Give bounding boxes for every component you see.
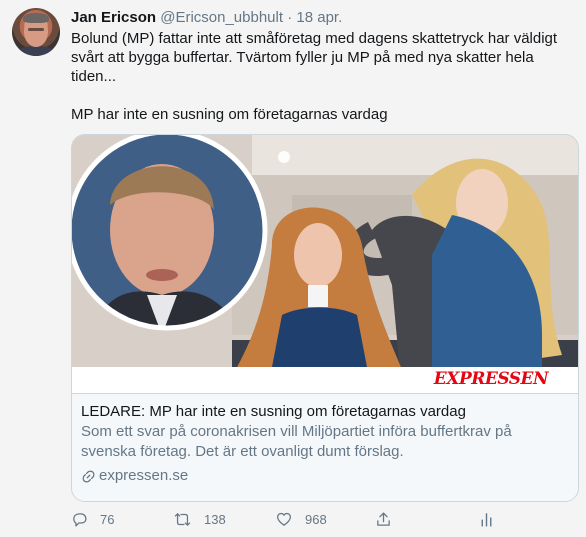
card-description: Som ett svar på coronakrisen vill Miljöp… [81, 423, 512, 460]
reply-button[interactable]: 76 [71, 511, 114, 528]
tweet-text-paragraph: Bolund (MP) fattar inte att småföretag m… [71, 30, 558, 85]
like-button[interactable]: 968 [275, 511, 327, 528]
author-name[interactable]: Jan Ericson [71, 9, 156, 26]
card-body[interactable]: LEDARE: MP har inte en susning om företa… [72, 393, 578, 501]
card-image[interactable]: EXPRESSEN [72, 135, 578, 393]
like-count: 968 [305, 512, 327, 527]
tweet-text-paragraph: MP har inte en susning om företagarnas v… [71, 106, 388, 123]
card-domain-text: expressen.se [99, 467, 189, 484]
tweet[interactable]: Jan Ericson @Ericson_ubbhult · 18 apr. B… [0, 0, 586, 537]
reply-icon [73, 513, 87, 527]
tweet-date[interactable]: 18 apr. [296, 9, 342, 26]
tweet-actions: 76 138 968 [71, 511, 511, 533]
card-photo [72, 135, 578, 393]
share-button[interactable] [375, 511, 404, 528]
retweet-icon [174, 513, 191, 526]
avatar-shirt [16, 46, 56, 56]
avatar-hair [23, 13, 49, 23]
tweet-text: Bolund (MP) fattar inte att småföretag m… [71, 29, 561, 124]
avatar-eyes [28, 28, 44, 31]
avatar[interactable] [12, 8, 60, 56]
card-domain[interactable]: expressen.se [81, 466, 569, 486]
separator-dot: · [287, 9, 293, 26]
link-card[interactable]: EXPRESSEN LEDARE: MP har inte en susning… [71, 134, 579, 502]
share-icon [377, 512, 390, 526]
analytics-icon [481, 513, 492, 527]
analytics-button[interactable] [479, 511, 506, 528]
retweet-count: 138 [204, 512, 226, 527]
retweet-button[interactable]: 138 [173, 511, 226, 528]
reply-count: 76 [100, 512, 115, 527]
like-icon [276, 512, 292, 526]
link-icon [82, 470, 95, 482]
expressen-logo: EXPRESSEN [433, 369, 549, 389]
card-title[interactable]: LEDARE: MP har inte en susning om företa… [81, 402, 569, 421]
tweet-header: Jan Ericson @Ericson_ubbhult · 18 apr. [71, 9, 342, 27]
author-handle[interactable]: @Ericson_ubbhult [160, 9, 283, 26]
